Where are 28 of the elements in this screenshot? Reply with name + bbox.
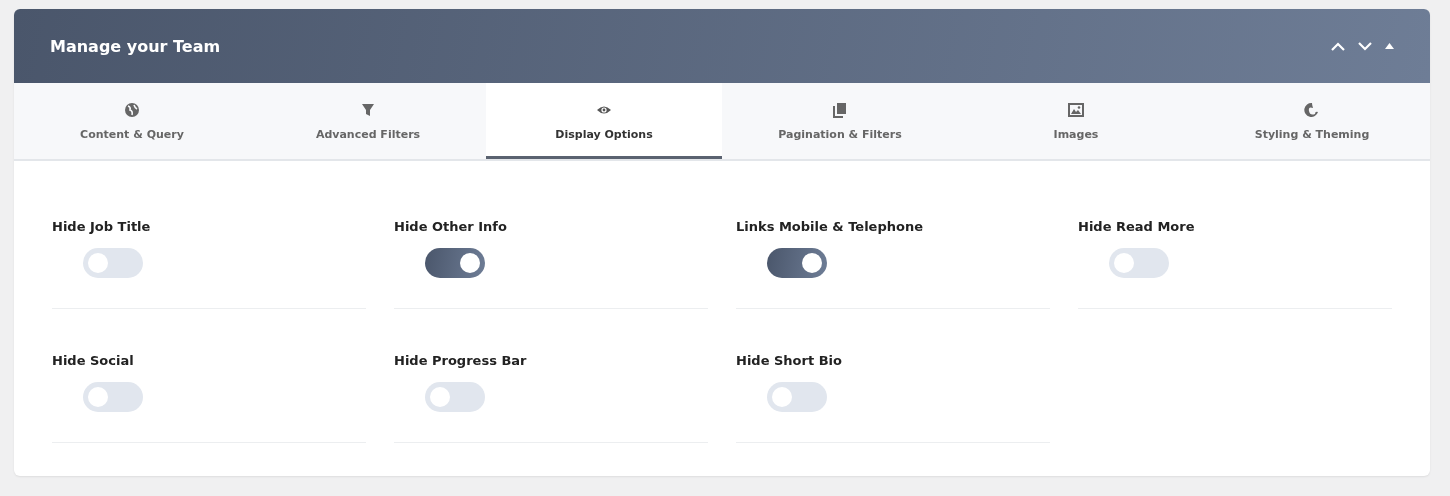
funnel-icon <box>360 101 376 118</box>
toggle-switch[interactable] <box>425 382 485 412</box>
option-label: Hide Job Title <box>52 219 152 234</box>
tab[interactable]: Display Options <box>486 83 722 159</box>
option-label: Hide Progress Bar <box>394 353 528 368</box>
toggle-switch[interactable] <box>83 382 143 412</box>
panel-title: Manage your Team <box>50 36 221 56</box>
image-icon <box>1068 101 1084 118</box>
tab[interactable]: Styling & Theming <box>1194 83 1430 159</box>
tab[interactable]: Content & Query <box>14 83 250 159</box>
option-label: Links Mobile & Telephone <box>736 219 924 234</box>
option-label: Hide Short Bio <box>736 353 843 368</box>
toggle-switch[interactable] <box>425 248 485 278</box>
tab[interactable]: Pagination & Filters <box>722 83 958 159</box>
option-label: Hide Read More <box>1078 219 1196 234</box>
tab[interactable]: Images <box>958 83 1194 159</box>
option-label: Hide Other Info <box>394 219 508 234</box>
toggle-switch[interactable] <box>767 248 827 278</box>
toggle-switch[interactable] <box>83 248 143 278</box>
option-label: Hide Social <box>52 353 135 368</box>
triangle-up-icon[interactable] <box>1385 43 1394 49</box>
chevron-up-icon[interactable] <box>1331 41 1345 51</box>
pages-icon <box>832 101 848 118</box>
toggle-switch[interactable] <box>1109 248 1169 278</box>
toggle-switch[interactable] <box>767 382 827 412</box>
chevron-down-icon[interactable] <box>1358 41 1372 51</box>
globe-icon <box>124 101 140 118</box>
tab[interactable]: Advanced Filters <box>250 83 486 159</box>
